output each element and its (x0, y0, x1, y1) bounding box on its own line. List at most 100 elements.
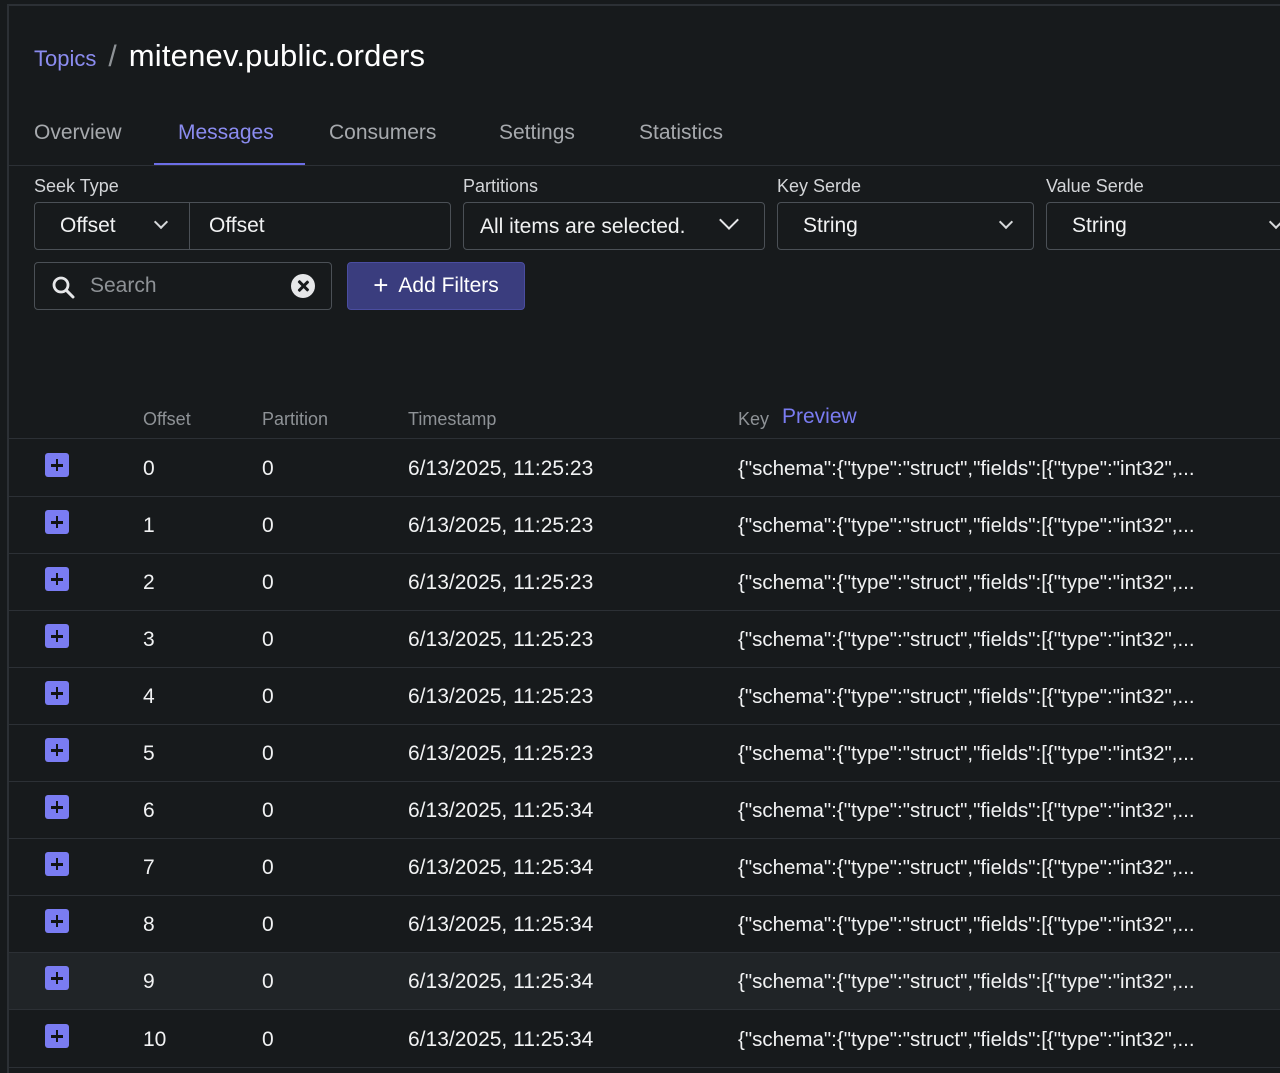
row-key: {"schema":{"type":"struct","fields":[{"t… (738, 685, 1195, 708)
expand-row-icon[interactable] (45, 624, 69, 648)
expand-row-icon[interactable] (45, 909, 69, 933)
tab-statistics[interactable]: Statistics (639, 121, 723, 166)
row-timestamp: 6/13/2025, 11:25:23 (408, 457, 594, 480)
key-serde-select[interactable]: String (777, 202, 1034, 250)
row-partition: 0 (262, 457, 274, 480)
row-key: {"schema":{"type":"struct","fields":[{"t… (738, 913, 1195, 936)
table-row[interactable]: 2 0 6/13/2025, 11:25:23 {"schema":{"type… (9, 554, 1280, 611)
row-key: {"schema":{"type":"struct","fields":[{"t… (738, 856, 1195, 879)
expand-row-icon[interactable] (45, 1024, 69, 1048)
chevron-down-icon (153, 214, 169, 230)
seek-offset-value: Offset (209, 214, 265, 237)
search-field (34, 262, 332, 310)
expand-row-icon[interactable] (45, 852, 69, 876)
breadcrumb-topics-link[interactable]: Topics (34, 46, 96, 72)
tab-consumers[interactable]: Consumers (329, 121, 436, 166)
breadcrumb: Topics / mitenev.public.orders (34, 38, 425, 74)
preview-link[interactable]: Preview (782, 405, 857, 429)
key-serde-value: String (803, 214, 858, 237)
row-offset: 0 (143, 457, 155, 480)
table-row[interactable]: 1 0 6/13/2025, 11:25:23 {"schema":{"type… (9, 497, 1280, 554)
row-offset: 6 (143, 799, 155, 822)
expand-row-icon[interactable] (45, 738, 69, 762)
row-partition: 0 (262, 799, 274, 822)
table-row[interactable]: 4 0 6/13/2025, 11:25:23 {"schema":{"type… (9, 668, 1280, 725)
table-row[interactable]: 7 0 6/13/2025, 11:25:34 {"schema":{"type… (9, 839, 1280, 896)
search-input[interactable] (90, 263, 280, 309)
active-tab-indicator (154, 163, 305, 165)
expand-row-icon[interactable] (45, 510, 69, 534)
value-serde-select[interactable]: String (1046, 202, 1280, 250)
expand-row-icon[interactable] (45, 567, 69, 591)
chevron-down-icon (998, 214, 1014, 230)
row-timestamp: 6/13/2025, 11:25:34 (408, 1028, 594, 1051)
row-partition: 0 (262, 514, 274, 537)
row-partition: 0 (262, 628, 274, 651)
row-timestamp: 6/13/2025, 11:25:34 (408, 799, 594, 822)
row-key: {"schema":{"type":"struct","fields":[{"t… (738, 571, 1195, 594)
partitions-value: All items are selected. (480, 215, 686, 238)
breadcrumb-separator: / (108, 40, 117, 73)
tab-settings[interactable]: Settings (499, 121, 575, 166)
row-key: {"schema":{"type":"struct","fields":[{"t… (738, 628, 1195, 651)
clear-search-icon[interactable] (291, 274, 315, 298)
expand-row-icon[interactable] (45, 966, 69, 990)
table-row[interactable]: 3 0 6/13/2025, 11:25:23 {"schema":{"type… (9, 611, 1280, 668)
table-row[interactable]: 10 0 6/13/2025, 11:25:34 {"schema":{"typ… (9, 1011, 1280, 1068)
add-filters-label: Add Filters (398, 274, 499, 297)
add-filters-button[interactable]: + Add Filters (347, 262, 525, 310)
seek-type-value: Offset (60, 214, 116, 237)
row-timestamp: 6/13/2025, 11:25:23 (408, 628, 594, 651)
plus-icon: + (373, 269, 389, 300)
expand-row-icon[interactable] (45, 795, 69, 819)
row-partition: 0 (262, 856, 274, 879)
tab-overview[interactable]: Overview (34, 121, 122, 166)
row-timestamp: 6/13/2025, 11:25:34 (408, 970, 594, 993)
row-key: {"schema":{"type":"struct","fields":[{"t… (738, 514, 1195, 537)
table-row[interactable]: 8 0 6/13/2025, 11:25:34 {"schema":{"type… (9, 896, 1280, 953)
row-key: {"schema":{"type":"struct","fields":[{"t… (738, 1028, 1195, 1051)
messages-table-header: Offset Partition Timestamp Key Preview (9, 401, 1280, 439)
expand-row-icon[interactable] (45, 681, 69, 705)
row-key: {"schema":{"type":"struct","fields":[{"t… (738, 742, 1195, 765)
row-offset: 7 (143, 856, 155, 879)
row-partition: 0 (262, 1028, 274, 1051)
column-header-timestamp[interactable]: Timestamp (408, 409, 496, 430)
seek-type-select[interactable]: Offset (34, 202, 190, 250)
column-header-key: Key (738, 409, 770, 429)
column-header-offset[interactable]: Offset (143, 409, 191, 430)
tab-messages[interactable]: Messages (178, 121, 274, 166)
row-partition: 0 (262, 970, 274, 993)
row-timestamp: 6/13/2025, 11:25:23 (408, 742, 594, 765)
key-serde-label: Key Serde (777, 176, 862, 196)
row-partition: 0 (262, 685, 274, 708)
search-icon (52, 276, 75, 299)
table-row[interactable]: 5 0 6/13/2025, 11:25:23 {"schema":{"type… (9, 725, 1280, 782)
row-partition: 0 (262, 913, 274, 936)
row-timestamp: 6/13/2025, 11:25:34 (408, 913, 594, 936)
row-partition: 0 (262, 571, 274, 594)
value-serde-label: Value Serde (1046, 176, 1144, 196)
table-row[interactable]: 9 0 6/13/2025, 11:25:34 {"schema":{"type… (9, 953, 1280, 1010)
row-offset: 2 (143, 571, 155, 594)
page-title: mitenev.public.orders (128, 38, 426, 73)
expand-row-icon[interactable] (45, 453, 69, 477)
row-partition: 0 (262, 742, 274, 765)
row-timestamp: 6/13/2025, 11:25:23 (408, 514, 594, 537)
row-key: {"schema":{"type":"struct","fields":[{"t… (738, 457, 1195, 480)
row-offset: 5 (143, 742, 155, 765)
row-offset: 1 (143, 514, 155, 537)
seek-offset-input[interactable]: Offset (189, 202, 451, 250)
row-timestamp: 6/13/2025, 11:25:23 (408, 685, 594, 708)
table-row[interactable]: 6 0 6/13/2025, 11:25:34 {"schema":{"type… (9, 782, 1280, 839)
chevron-down-icon (719, 210, 739, 230)
row-key: {"schema":{"type":"struct","fields":[{"t… (738, 799, 1195, 822)
column-header-partition[interactable]: Partition (262, 409, 328, 430)
partitions-select[interactable]: All items are selected. (463, 202, 765, 250)
row-offset: 9 (143, 970, 155, 993)
table-row[interactable]: 0 0 6/13/2025, 11:25:23 {"schema":{"type… (9, 440, 1280, 497)
topic-tabs: Overview Messages Consumers Settings Sta… (9, 106, 1280, 166)
row-offset: 4 (143, 685, 155, 708)
row-timestamp: 6/13/2025, 11:25:23 (408, 571, 594, 594)
row-timestamp: 6/13/2025, 11:25:34 (408, 856, 594, 879)
